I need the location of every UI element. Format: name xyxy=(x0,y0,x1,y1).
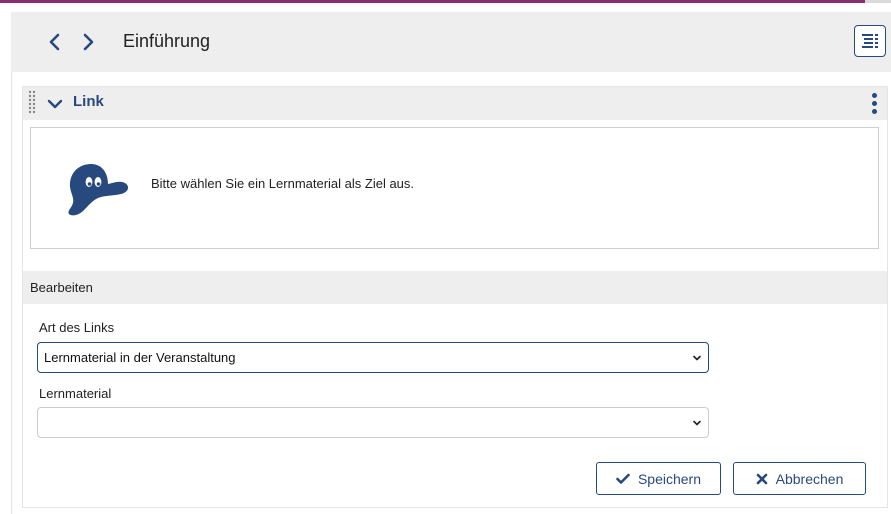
table-of-contents-button[interactable] xyxy=(854,25,886,57)
link-block: Link Bitte wählen Sie ein Lernmaterial a… xyxy=(22,86,888,508)
edit-section-header: Bearbeiten xyxy=(23,271,887,304)
select-target-hint: Bitte wählen Sie ein Lernmaterial als Zi… xyxy=(151,176,415,191)
close-icon xyxy=(756,473,767,484)
checkmark-icon xyxy=(616,473,630,484)
save-button-label: Speichern xyxy=(637,470,702,487)
link-type-label: Art des Links xyxy=(39,320,115,335)
chevron-right-icon xyxy=(83,33,94,51)
material-select[interactable] xyxy=(37,407,709,438)
page-header: Einführung xyxy=(11,12,891,72)
save-button[interactable]: Speichern xyxy=(596,462,721,495)
top-accent-bar xyxy=(0,0,891,3)
more-vertical-icon-dot xyxy=(871,92,877,98)
block-actions-menu-button[interactable] xyxy=(867,90,881,116)
next-page-button[interactable] xyxy=(76,30,100,54)
cancel-button-label: Abbrechen xyxy=(775,470,844,487)
chevron-down-icon xyxy=(693,355,701,361)
chevron-left-icon xyxy=(49,33,60,51)
content-left-border xyxy=(11,72,12,514)
top-bar-end xyxy=(865,0,891,3)
table-of-contents-icon xyxy=(862,34,878,48)
previous-page-button[interactable] xyxy=(43,30,67,54)
material-label: Lernmaterial xyxy=(39,386,112,401)
chevron-down-icon[interactable] xyxy=(47,96,63,112)
link-type-select[interactable]: Lernmaterial in der Veranstaltung xyxy=(37,342,709,373)
chevron-down-icon xyxy=(693,420,701,426)
block-title[interactable]: Link xyxy=(73,93,104,110)
more-vertical-icon-dot xyxy=(871,100,877,106)
link-preview-box: Bitte wählen Sie ein Lernmaterial als Zi… xyxy=(30,127,879,249)
edit-section-title: Bearbeiten xyxy=(30,280,93,295)
link-type-selected-value: Lernmaterial in der Veranstaltung xyxy=(44,350,236,365)
more-vertical-icon-dot xyxy=(871,108,877,114)
block-header: Link xyxy=(23,87,887,120)
cancel-button[interactable]: Abbrechen xyxy=(733,462,866,495)
page-title: Einführung xyxy=(123,31,211,51)
drag-handle-icon[interactable] xyxy=(27,89,37,115)
mascot-icon xyxy=(68,164,129,216)
